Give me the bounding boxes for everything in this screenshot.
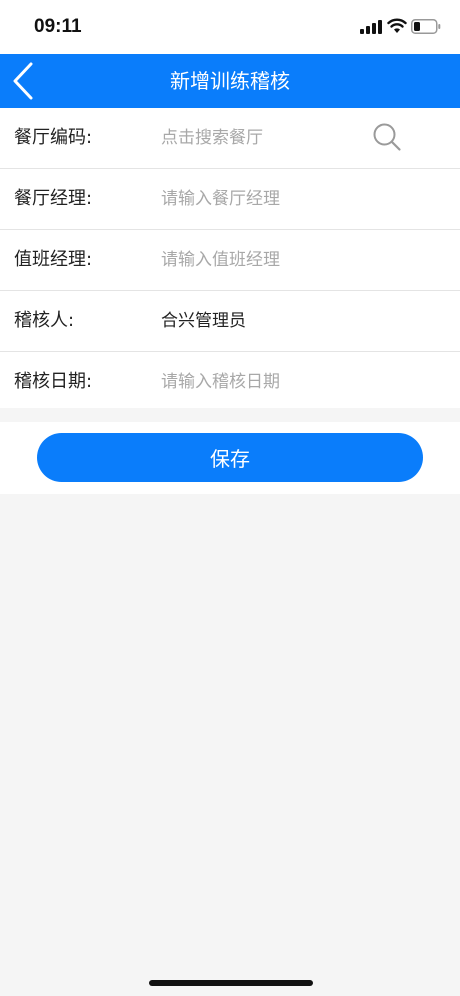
restaurant-code-input[interactable]: [161, 118, 361, 158]
button-area: 保存: [0, 422, 460, 494]
audit-form: 餐厅编码: 餐厅经理: 值班经理: 稽核人: 合兴管理员 稽核日期:: [0, 108, 460, 412]
wifi-icon: [387, 18, 407, 33]
battery-icon: [411, 19, 441, 34]
section-gap: [0, 408, 460, 422]
auditor-row: 稽核人: 合兴管理员: [0, 291, 460, 352]
restaurant-code-label: 餐厅编码:: [14, 127, 93, 148]
restaurant-code-row[interactable]: 餐厅编码:: [0, 108, 460, 169]
page-title: 新增训练稽核: [170, 69, 290, 93]
shift-manager-row: 值班经理:: [0, 230, 460, 291]
signal-icon: [360, 20, 382, 34]
audit-date-row: 稽核日期:: [0, 352, 460, 412]
nav-bar: 新增训练稽核: [0, 54, 460, 108]
audit-date-input[interactable]: [161, 362, 361, 402]
audit-date-label: 稽核日期:: [14, 371, 93, 392]
restaurant-manager-input[interactable]: [161, 179, 361, 219]
restaurant-manager-label: 餐厅经理:: [14, 188, 93, 209]
auditor-label: 稽核人:: [14, 310, 75, 331]
shift-manager-label: 值班经理:: [14, 249, 93, 270]
save-button[interactable]: 保存: [37, 433, 423, 482]
restaurant-manager-row: 餐厅经理:: [0, 169, 460, 230]
status-time: 09:11: [34, 16, 82, 37]
chevron-left-icon[interactable]: [10, 60, 36, 102]
screen: 09:11 新增训练稽核 餐厅编码: 点击搜索餐厅 餐厅经理: 请输入餐厅经理 …: [0, 0, 460, 996]
search-icon[interactable]: [372, 122, 402, 152]
status-bar: 09:11: [0, 0, 460, 54]
shift-manager-input[interactable]: [161, 240, 361, 280]
auditor-value: 合兴管理员: [161, 311, 246, 331]
home-indicator: [149, 980, 313, 986]
